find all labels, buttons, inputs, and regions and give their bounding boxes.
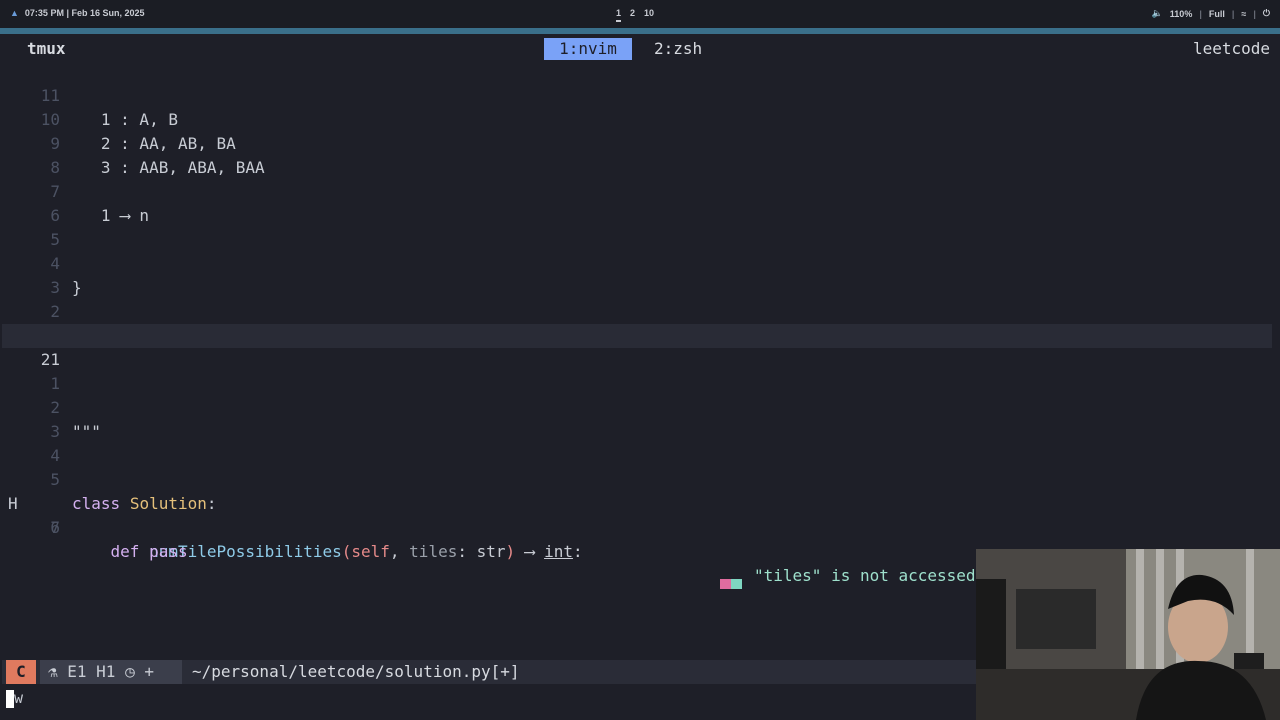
session-name: leetcode: [1192, 39, 1270, 58]
system-bar-left: ▲ 07:35 PM | Feb 16 Sun, 2025: [10, 8, 145, 18]
param-type: str: [476, 542, 506, 561]
workspace-2[interactable]: 2: [630, 8, 635, 22]
cursor: [6, 689, 14, 708]
webcam-image: [976, 549, 1280, 720]
keyword-pass: pass: [149, 542, 188, 561]
code-line: 2: [2, 276, 1272, 321]
tmux-title: tmux: [27, 39, 66, 58]
diagnostics-counts: E1 H1 ◷ +: [67, 662, 154, 681]
diagnostic-message: "tiles" is not accessed: [754, 566, 976, 585]
code-line-pass: 7 pass: [2, 492, 1272, 561]
tab-zsh[interactable]: 2:zsh: [654, 38, 702, 60]
mode-indicator: C: [6, 660, 36, 684]
diagnostic-virtual-text: "tiles" is not accessed: [720, 564, 976, 589]
code-line: 1: [2, 348, 1272, 393]
code-line: 1: [2, 300, 1272, 345]
separator: |: [1199, 8, 1202, 19]
code-line: 11 1 : A, B: [2, 60, 1272, 129]
code-line: 4 }: [2, 228, 1272, 297]
code-line: 9 3 : AAB, ABA, BAA: [2, 108, 1272, 177]
command-line[interactable]: w: [2, 686, 977, 710]
webcam-overlay: [976, 549, 1280, 720]
return-type: int: [544, 542, 573, 561]
workspace-10[interactable]: 10: [644, 8, 654, 22]
flask-icon: ⚗: [48, 662, 68, 681]
paren-open: (: [341, 542, 352, 561]
code-line: 10 2 : AA, AB, BA: [2, 84, 1272, 153]
datetime: 07:35 PM | Feb 16 Sun, 2025: [24, 8, 145, 18]
nvim-statusline: C ⚗ E1 H1 ◷ + ~/personal/leetcode/soluti…: [2, 660, 977, 684]
code-line: 7 1 ⟶ n: [2, 156, 1272, 225]
code-line: 4: [2, 420, 1272, 465]
file-path: ~/personal/leetcode/solution.py[+]: [192, 662, 520, 681]
comma: ,: [389, 542, 410, 561]
code-line: 3: [2, 396, 1272, 441]
tiles-param: tiles: [409, 542, 458, 561]
workspace-switcher: 1 2 10: [616, 8, 654, 22]
volume-level: 110%: [1169, 8, 1193, 19]
diagnostics-segment: ⚗ E1 H1 ◷ +: [40, 660, 182, 684]
line-text: pass: [72, 540, 188, 564]
code-line: 3: [2, 252, 1272, 297]
workspace-1[interactable]: 1: [616, 8, 622, 22]
arch-logo-icon[interactable]: ▲: [10, 8, 19, 18]
param-sep: :: [457, 542, 477, 561]
code-line: 8: [2, 132, 1272, 177]
line-number: 7: [50, 518, 60, 537]
command-text: w: [14, 689, 24, 707]
code-line: 6: [2, 180, 1272, 225]
system-tray: 🔈 110% | Full | ≈ | ⏻: [1152, 8, 1270, 19]
power-icon[interactable]: ⏻: [1263, 8, 1270, 19]
tab-nvim[interactable]: 1:nvim: [544, 38, 632, 60]
code-line-class: 5 class Solution:: [2, 444, 1272, 513]
code-line: 2 """: [2, 372, 1272, 441]
code-line-def: H 6 def numTilePossibilities(self, tiles…: [2, 468, 1272, 589]
return-arrow: ⟶: [515, 542, 545, 561]
display-mode[interactable]: Full: [1209, 9, 1225, 19]
code-line: 5: [2, 204, 1272, 249]
wifi-icon[interactable]: ≈: [1241, 9, 1246, 19]
separator: |: [1253, 8, 1256, 19]
colon: :: [572, 542, 583, 561]
separator: |: [1231, 8, 1235, 19]
paren-close: ): [505, 542, 516, 561]
volume-icon[interactable]: 🔈: [1152, 8, 1163, 19]
self-param: self: [351, 542, 390, 561]
system-bar: ▲ 07:35 PM | Feb 16 Sun, 2025 1 2 10 🔈 1…: [0, 0, 1280, 28]
diagnostic-icon: [720, 572, 742, 589]
cursor-line[interactable]: 21: [2, 324, 1272, 369]
